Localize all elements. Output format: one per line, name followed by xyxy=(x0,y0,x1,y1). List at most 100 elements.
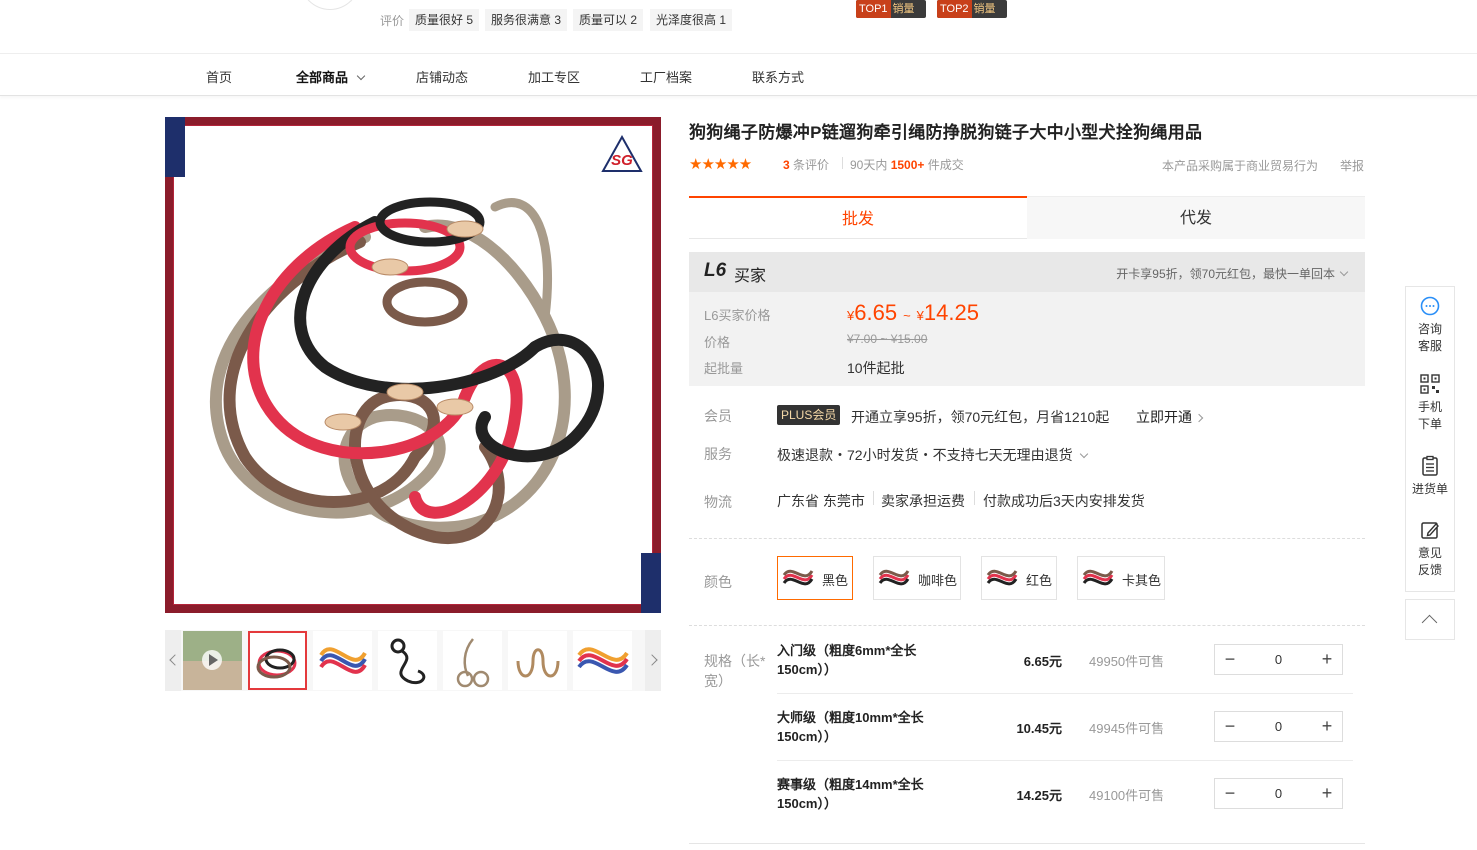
color-swatch xyxy=(878,569,910,586)
nav-contact[interactable]: 联系方式 xyxy=(752,67,804,86)
thumbnail-strip xyxy=(165,630,661,691)
color-option-red[interactable]: 红色 xyxy=(981,556,1057,600)
report-link[interactable]: 举报 xyxy=(1340,157,1364,174)
open-membership-link[interactable]: 立即开通 xyxy=(1136,407,1204,427)
color-option-label: 卡其色 xyxy=(1122,573,1162,588)
nav-processing[interactable]: 加工专区 xyxy=(528,67,580,86)
qrcode-icon xyxy=(1420,374,1440,394)
spec-name: 大师级（粗度10mm*全长150cm）） xyxy=(777,710,924,744)
decrease-button[interactable]: − xyxy=(1215,645,1245,674)
shipping-fee: 卖家承担运费 xyxy=(881,493,965,509)
main-product-image[interactable]: SG xyxy=(165,117,661,613)
eval-label: 评价 xyxy=(380,14,405,28)
review-count[interactable]: 3 条评价 xyxy=(783,156,829,173)
sidebar-item-label: 下单 xyxy=(1417,417,1442,431)
quantity-stepper: − 0 + xyxy=(1214,644,1343,675)
sidebar-item-label: 客服 xyxy=(1417,339,1442,353)
eval-tag[interactable]: 服务很满意 3 xyxy=(485,9,568,31)
tab-wholesale[interactable]: 批发 xyxy=(689,196,1027,239)
l6-promo[interactable]: 开卡享95折，领70元红包，最快一单回本 xyxy=(1116,265,1349,282)
thumbnail[interactable] xyxy=(443,631,502,690)
increase-button[interactable]: + xyxy=(1312,712,1342,741)
min-order-label: 起批量 xyxy=(704,361,744,376)
eval-tag[interactable]: 质量可以 2 xyxy=(573,9,644,31)
quantity-input[interactable]: 0 xyxy=(1245,779,1312,808)
spec-name: 赛事级（粗度14mm*全长150cm）） xyxy=(777,777,924,811)
nav-home[interactable]: 首页 xyxy=(206,67,232,86)
eval-tag[interactable]: 质量很好 5 xyxy=(409,9,480,31)
color-option-khaki[interactable]: 卡其色 xyxy=(1077,556,1165,600)
increase-button[interactable]: + xyxy=(1312,779,1342,808)
chevron-down-icon xyxy=(1079,449,1088,459)
l6-price-label: L6买家价格 xyxy=(704,308,771,323)
nav-shop-news[interactable]: 店铺动态 xyxy=(416,67,468,86)
open-membership-label: 立即开通 xyxy=(1136,409,1192,425)
nav-factory-profile[interactable]: 工厂档案 xyxy=(640,67,692,86)
shop-nav: 首页 全部商品 店铺动态 加工专区 工厂档案 联系方式 xyxy=(0,54,1477,96)
shop-avatar[interactable] xyxy=(300,0,360,10)
spec-price: 14.25元 xyxy=(1016,788,1062,803)
thumbnail[interactable] xyxy=(508,631,567,690)
sidebar-item-label: 反馈 xyxy=(1417,563,1442,577)
spec-label: 规格（长*宽） xyxy=(704,653,766,689)
thumbnail[interactable] xyxy=(313,631,372,690)
currency-symbol: ¥ xyxy=(916,308,924,323)
quantity-input[interactable]: 0 xyxy=(1245,712,1312,741)
section-divider xyxy=(689,843,1365,844)
tab-dropship[interactable]: 代发 xyxy=(1027,196,1365,239)
decrease-button[interactable]: − xyxy=(1215,779,1245,808)
sidebar-item-label: 咨询 xyxy=(1417,322,1442,336)
service-info[interactable]: 极速退款・72小时发货・不支持七天无理由退货 xyxy=(777,445,1088,465)
thumbnail[interactable] xyxy=(573,631,632,690)
sales-suffix: 件成交 xyxy=(927,158,964,172)
review-count-value: 3 xyxy=(783,158,790,172)
color-swatch xyxy=(1082,569,1114,586)
spec-name: 入门级（粗度6mm*全长150cm）） xyxy=(777,643,917,677)
nav-all-products[interactable]: 全部商品 xyxy=(296,67,366,86)
price-box: L6 买家 开卡享95折，领70元红包，最快一单回本 L6买家价格 ¥6.65 ~… xyxy=(689,252,1365,386)
leash-illustration xyxy=(209,197,604,545)
price-low: 6.65 xyxy=(854,300,898,325)
ship-time: 付款成功后3天内安排发货 xyxy=(983,493,1145,509)
sidebar-item-mobile-order[interactable]: 手机 下单 xyxy=(1406,373,1454,433)
chevron-right-icon xyxy=(1194,413,1204,423)
rank-badge-rank: TOP1 xyxy=(856,0,891,18)
quantity-input[interactable]: 0 xyxy=(1245,645,1312,674)
clipboard-icon xyxy=(1422,455,1438,476)
increase-button[interactable]: + xyxy=(1312,645,1342,674)
min-order-value: 10件起批 xyxy=(847,360,905,376)
color-option-black[interactable]: 黑色 xyxy=(777,556,853,600)
product-title: 狗狗绳子防爆冲P链遛狗牵引绳防挣脱狗链子大中小型犬拴狗绳用品 xyxy=(689,123,1203,142)
l6-buyer-label: 买家 xyxy=(734,268,767,285)
thumb-prev-icon[interactable] xyxy=(165,630,181,691)
logistics-separator xyxy=(873,491,874,505)
thumbnail[interactable] xyxy=(378,631,437,690)
thumb-next-icon[interactable] xyxy=(645,630,661,691)
eval-tag[interactable]: 光泽度很高 1 xyxy=(650,9,733,31)
back-to-top-button[interactable] xyxy=(1405,599,1455,640)
sidebar-item-label: 进货单 xyxy=(1411,482,1448,496)
thumbnail-selected[interactable] xyxy=(248,631,307,690)
spec-divider xyxy=(777,760,1353,761)
sales-prefix: 90天内 xyxy=(850,158,888,172)
spec-stock: 49100件可售 xyxy=(1089,788,1165,803)
ship-from: 广东省 东莞市 xyxy=(777,493,865,509)
color-option-label: 红色 xyxy=(1026,573,1053,588)
floating-toolbar: 咨询 客服 手机 下单 进货单 意见 反馈 xyxy=(1405,286,1455,592)
color-option-label: 咖啡色 xyxy=(918,573,958,588)
sidebar-item-feedback[interactable]: 意见 反馈 xyxy=(1406,519,1454,579)
rank-badge-top2[interactable]: TOP2 销量 xyxy=(937,0,1007,18)
l6-logo: L6 xyxy=(704,260,727,281)
spec-stock: 49945件可售 xyxy=(1089,721,1165,736)
color-option-coffee[interactable]: 咖啡色 xyxy=(873,556,961,600)
sidebar-item-customer-service[interactable]: 咨询 客服 xyxy=(1406,295,1454,355)
quantity-stepper: − 0 + xyxy=(1214,778,1343,809)
thumbnail-video[interactable] xyxy=(183,631,242,690)
trade-note: 本产品采购属于商业贸易行为 xyxy=(1162,159,1319,173)
decrease-button[interactable]: − xyxy=(1215,712,1245,741)
sidebar-item-purchase-list[interactable]: 进货单 xyxy=(1406,455,1454,498)
sidebar-item-label: 意见 xyxy=(1417,546,1442,560)
rank-badge-top1[interactable]: TOP1 销量 xyxy=(856,0,926,18)
spec-price: 10.45元 xyxy=(1016,721,1062,736)
rating-stars-icon: ★★★★★ xyxy=(689,156,752,173)
